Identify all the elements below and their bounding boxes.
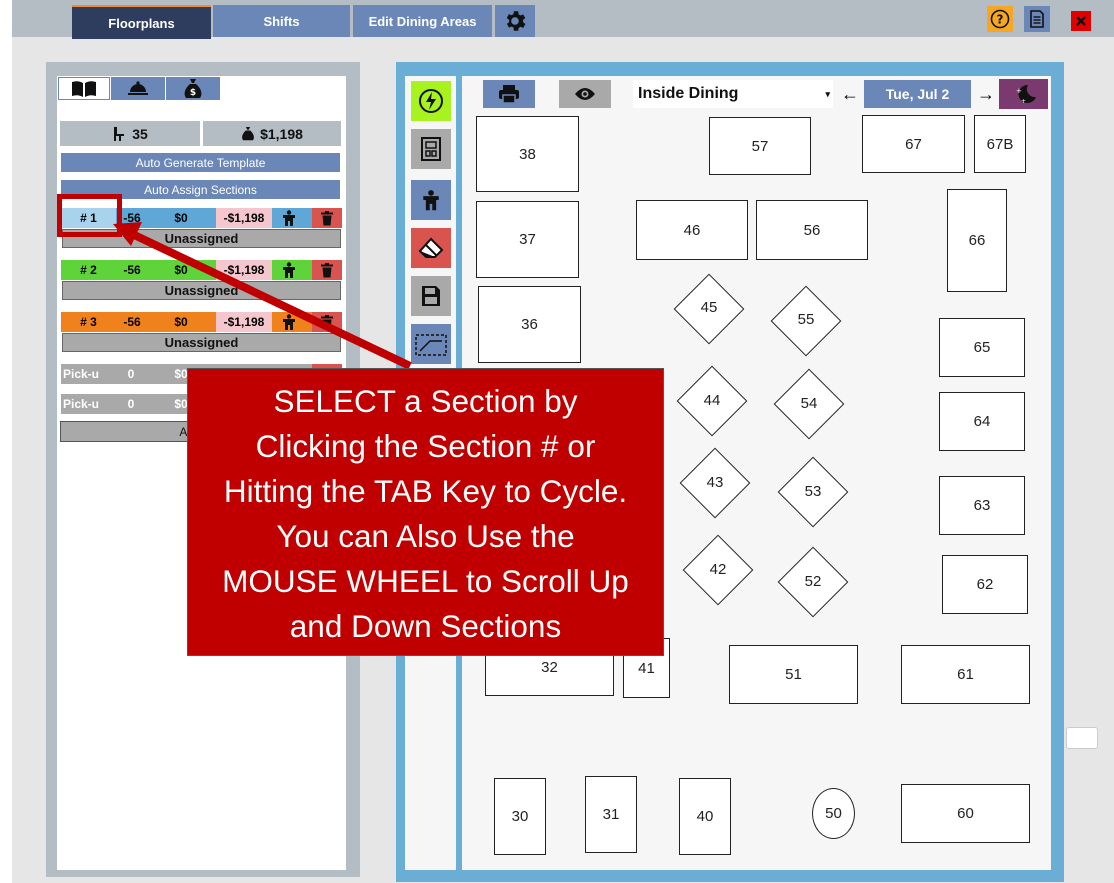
callout-line: MOUSE WHEEL to Scroll Up — [222, 563, 629, 599]
instruction-callout: SELECT a Section by Clicking the Section… — [187, 368, 664, 656]
callout-line: Clicking the Section # or — [255, 428, 596, 464]
callout-line: Hitting the TAB Key to Cycle. — [223, 473, 628, 509]
callout-line: You can Also Use the — [276, 518, 575, 554]
callout-line: and Down Sections — [289, 608, 562, 644]
callout-line: SELECT a Section by — [273, 383, 578, 419]
